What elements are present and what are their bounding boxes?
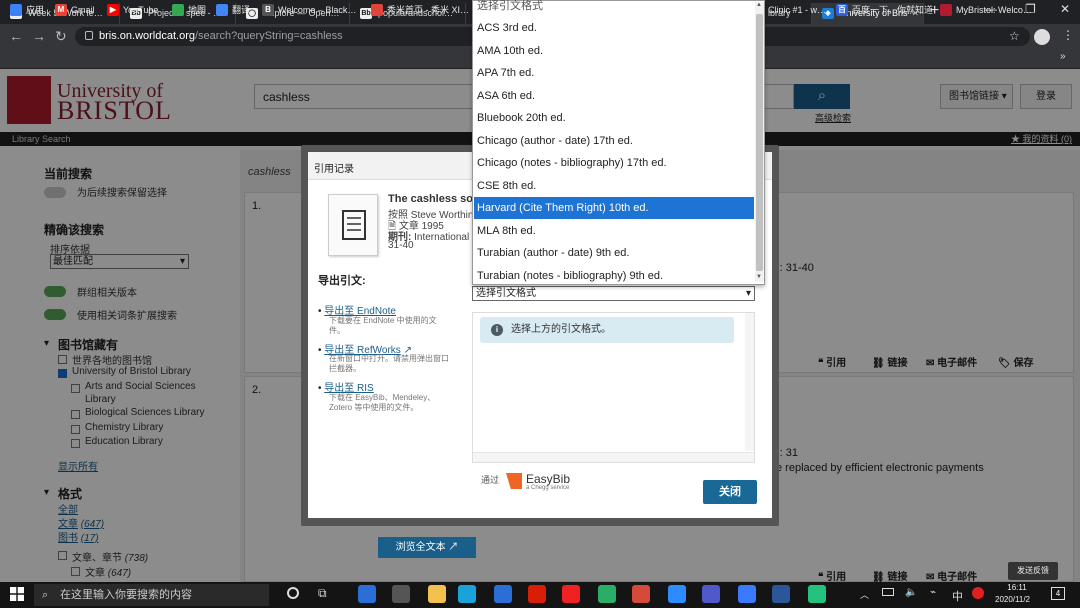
word-icon[interactable] bbox=[772, 585, 790, 603]
dropdown-option[interactable]: APA 7th ed. bbox=[474, 62, 754, 84]
feedback-button[interactable]: 发送反馈 bbox=[1008, 562, 1058, 580]
close-button[interactable]: 关闭 bbox=[703, 480, 757, 504]
back-icon[interactable]: ← bbox=[9, 28, 23, 44]
info-message: i 选择上方的引文格式。 bbox=[480, 317, 734, 343]
bookmark-maps[interactable]: 地图 bbox=[172, 3, 206, 17]
bookmark-youtube[interactable]: ▶ YouTube bbox=[107, 3, 158, 17]
record-title: The cashless so bbox=[388, 193, 473, 205]
task-view-icon[interactable]: ⧉ bbox=[318, 586, 327, 601]
export-endnote-link[interactable]: • 导出至 EndNote bbox=[318, 302, 396, 317]
tray-chevron-icon[interactable]: ︿ bbox=[860, 588, 869, 601]
bookmark-xiumi[interactable]: 秀米首页 - 秀米 XI… bbox=[371, 3, 469, 17]
avatar[interactable] bbox=[1034, 29, 1050, 45]
volume-icon[interactable]: 🔈 bbox=[905, 587, 917, 598]
dropdown-option[interactable]: ASA 6th ed. bbox=[474, 85, 754, 107]
url-host: bris.on.worldcat.org bbox=[99, 30, 195, 42]
lock-icon bbox=[85, 31, 93, 40]
bookmark-blackboard[interactable]: B Welcome – Black… bbox=[262, 3, 356, 17]
export-refworks-desc: 在新窗口中打开。请禁用弹出窗口 拦截器。 bbox=[329, 354, 449, 373]
apps-icon bbox=[10, 4, 22, 16]
search-icon: ⌕ bbox=[42, 589, 49, 601]
via-label: 通过 bbox=[481, 475, 500, 485]
sogou-browser-icon[interactable] bbox=[494, 585, 512, 603]
view-fulltext-button[interactable]: 浏览全文本 ↗ bbox=[378, 537, 476, 558]
dropdown-option[interactable]: ACS 3rd ed. bbox=[474, 17, 754, 39]
scroll-down-icon[interactable]: ▼ bbox=[756, 274, 762, 280]
star-icon[interactable]: ☆ bbox=[1009, 29, 1020, 43]
notification-icon[interactable]: 4 bbox=[1051, 587, 1065, 600]
dropdown-option[interactable]: Harvard (Cite Them Right) 10th ed. bbox=[474, 197, 754, 219]
dropdown-option[interactable]: Chicago (author - date) 17th ed. bbox=[474, 130, 754, 152]
chrome-task-icon[interactable] bbox=[392, 585, 410, 603]
xiumi-icon bbox=[371, 4, 383, 16]
dropdown-option[interactable]: Turabian (notes - bibliography) 9th ed. bbox=[474, 265, 754, 287]
dropdown-option[interactable]: Chicago (notes - bibliography) 17th ed. bbox=[474, 152, 754, 174]
menu-icon[interactable]: ⋮ bbox=[1062, 28, 1074, 42]
chrome-icon[interactable] bbox=[632, 585, 650, 603]
netease-music-icon[interactable] bbox=[528, 585, 546, 603]
blackboard-icon: B bbox=[262, 4, 274, 16]
taskbar-search-input[interactable]: ⌕ 在这里输入你要搜索的内容 bbox=[34, 584, 269, 606]
citation-style-select[interactable]: 选择引文格式 ▾ bbox=[472, 286, 755, 301]
sogou-icon[interactable] bbox=[972, 587, 984, 599]
dropdown-option[interactable]: MLA 8th ed. bbox=[474, 220, 754, 242]
export-heading: 导出引文: bbox=[318, 275, 366, 287]
document-icon bbox=[328, 194, 378, 256]
bookmark-gmail[interactable]: M Gmail bbox=[55, 3, 95, 17]
dropdown-option[interactable]: Bluebook 20th ed. bbox=[474, 107, 754, 129]
bookmark-translate[interactable]: 翻译 bbox=[216, 3, 250, 17]
zoom-icon[interactable] bbox=[668, 585, 686, 603]
dropdown-option[interactable]: Turabian (author - date) 9th ed. bbox=[474, 242, 754, 264]
maps-icon bbox=[172, 4, 184, 16]
close-window-icon[interactable]: ✕ bbox=[1060, 2, 1070, 16]
info-icon: i bbox=[491, 324, 503, 336]
photos-icon[interactable] bbox=[358, 585, 376, 603]
bookmark-baidu[interactable]: 百百度一下，你就知道 bbox=[836, 3, 933, 17]
record-pages: 31-40 bbox=[388, 240, 414, 251]
translate-icon bbox=[216, 4, 228, 16]
dropdown-option-placeholder[interactable]: 选择引文格式 bbox=[474, 0, 754, 17]
dropdown-scroll-thumb[interactable] bbox=[756, 14, 763, 271]
more-bookmarks-icon[interactable]: » bbox=[1060, 51, 1066, 62]
vertical-scrollbar[interactable] bbox=[745, 313, 754, 451]
citation-style-dropdown: 选择引文格式 ACS 3rd ed. AMA 10th ed. APA 7th ed… bbox=[472, 0, 765, 285]
chevron-down-icon: ▾ bbox=[745, 288, 751, 299]
teams-icon[interactable] bbox=[702, 585, 720, 603]
battery-icon[interactable] bbox=[882, 588, 894, 596]
export-ris-link[interactable]: • 导出至 RIS bbox=[318, 379, 374, 394]
scroll-up-icon[interactable]: ▲ bbox=[756, 2, 762, 8]
cortana-icon[interactable] bbox=[287, 587, 299, 599]
input-language[interactable]: 中 bbox=[952, 588, 963, 604]
bookmark-apps[interactable]: 应用 bbox=[10, 3, 44, 17]
easybib-sub: a Chegg service bbox=[526, 485, 570, 491]
edge-icon[interactable] bbox=[458, 585, 476, 603]
horizontal-scrollbar[interactable] bbox=[473, 452, 754, 462]
file-explorer-icon[interactable] bbox=[428, 585, 446, 603]
gmail-icon: M bbox=[55, 4, 67, 16]
dropdown-option[interactable]: CSE 8th ed. bbox=[474, 175, 754, 197]
url-path: /search?queryString=cashless bbox=[195, 30, 343, 42]
network-icon[interactable]: ⌁ bbox=[930, 587, 936, 598]
taobao-icon[interactable] bbox=[562, 585, 580, 603]
export-endnote-desc: 下载要在 EndNote 中使用的文 件。 bbox=[329, 316, 437, 335]
forward-icon[interactable]: → bbox=[32, 28, 46, 44]
clock-time[interactable]: 16:11 bbox=[1005, 583, 1029, 592]
mybristol-icon bbox=[940, 4, 952, 16]
clock-date[interactable]: 2020/11/2 bbox=[995, 595, 1030, 604]
baidu-icon: 百 bbox=[836, 4, 848, 16]
youtube-icon: ▶ bbox=[107, 4, 119, 16]
bookmark-mybristol[interactable]: MyBristol: Welco… bbox=[940, 3, 1032, 17]
export-ris-desc: 下载在 EasyBib、Mendeley、 Zotero 等中使用的文件。 bbox=[329, 393, 436, 412]
easybib-name: EasyBib bbox=[526, 472, 571, 486]
feishu-icon[interactable] bbox=[808, 585, 826, 603]
dropdown-option[interactable]: AMA 10th ed. bbox=[474, 40, 754, 62]
reload-icon[interactable]: ↻ bbox=[55, 28, 67, 45]
lark-icon[interactable] bbox=[738, 585, 756, 603]
wechat-icon[interactable] bbox=[598, 585, 616, 603]
